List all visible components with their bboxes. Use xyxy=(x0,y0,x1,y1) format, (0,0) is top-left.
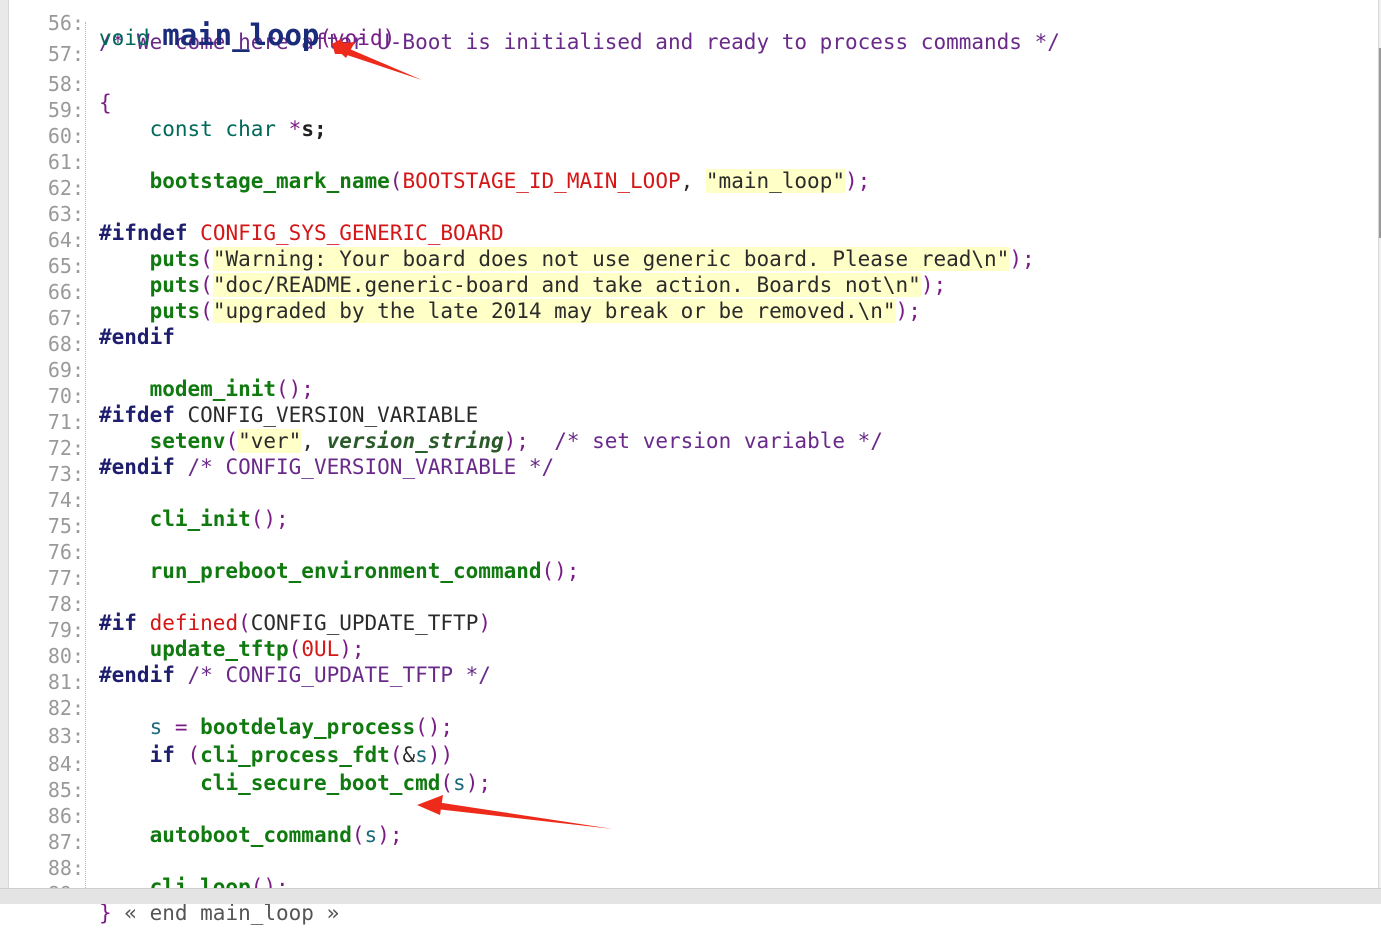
code-line-59: 59: const char *s; xyxy=(0,78,1378,141)
code-line-77: 77: xyxy=(0,546,1378,590)
code-line-78: 78: #if defined(CONFIG_UPDATE_TFTP) xyxy=(0,572,1378,635)
code-line-61: 61: bootstage_mark_name(BOOTSTAGE_ID_MAI… xyxy=(0,130,1378,193)
code-line-89: 89: } « end main_loop » xyxy=(0,862,1378,925)
code-line-87: 87: xyxy=(0,810,1378,854)
code-line-70: 70: #ifdef CONFIG_VERSION_VARIABLE xyxy=(0,364,1378,427)
code-line-71: 71: setenv("ver", version_string); /* se… xyxy=(0,390,1378,453)
code-line-79: 79: update_tftp(0UL); xyxy=(0,598,1378,661)
code-line-80: 80: #endif /* CONFIG_UPDATE_TFTP */ xyxy=(0,624,1378,687)
close-brace: } xyxy=(99,901,112,925)
code-line-69: 69: modem_init(); xyxy=(0,338,1378,401)
code-line-67: 67: #endif xyxy=(0,286,1378,349)
code-line-73: 73: xyxy=(0,442,1378,486)
code-line-66: 66: puts("upgraded by the late 2014 may … xyxy=(0,260,1378,323)
code-line-68: 68: xyxy=(0,312,1378,356)
code-line-63: 63: #ifndef CONFIG_SYS_GENERIC_BOARD xyxy=(0,182,1378,245)
code-line-81: 81: xyxy=(0,650,1378,694)
code-editor[interactable]: 56: /* We come here after U-Boot is init… xyxy=(0,0,1381,925)
code-line-82: 82: s = bootdelay_process(); xyxy=(0,676,1378,739)
type-keyword: void xyxy=(99,26,150,50)
code-line-83: 83: if (cli_process_fdt(&s)) xyxy=(0,704,1378,767)
code-line-64: 64: puts("Warning: Your board does not u… xyxy=(0,208,1378,271)
code-line-75: 75: xyxy=(0,494,1378,538)
code-line-84: 84: cli_secure_boot_cmd(s); xyxy=(0,732,1378,795)
code-line-56: 56: /* We come here after U-Boot is init… xyxy=(0,0,1378,54)
code-line-60: 60: xyxy=(0,104,1378,148)
code-line-62: 62: xyxy=(0,156,1378,200)
code-line-72: 72: #endif /* CONFIG_VERSION_VARIABLE */ xyxy=(0,416,1378,479)
code-line-74: 74: cli_init(); xyxy=(0,468,1378,531)
params: (void) xyxy=(319,26,396,50)
code-line-88: 88: cli_loop(); xyxy=(0,836,1378,899)
function-name-main-loop: main_loop xyxy=(162,18,320,52)
code-line-86: 86: autoboot_command(s); xyxy=(0,784,1378,847)
code-line-57: 57: void main_loop(void) xyxy=(0,19,1378,66)
code-line-65: 65: puts("doc/README.generic-board and t… xyxy=(0,234,1378,297)
code-line-76: 76: run_preboot_environment_command(); xyxy=(0,520,1378,583)
code-line-85: 85: xyxy=(0,758,1378,802)
fold-marker[interactable]: « end main_loop » xyxy=(112,901,339,925)
horizontal-scrollbar[interactable] xyxy=(0,888,1381,904)
code-line-58: 58: { xyxy=(0,52,1378,115)
